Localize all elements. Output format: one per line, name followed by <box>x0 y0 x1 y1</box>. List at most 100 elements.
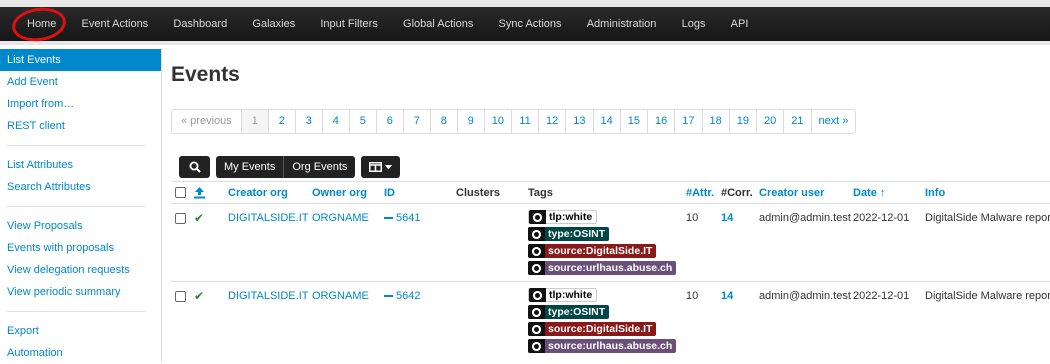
globe-icon <box>528 227 545 241</box>
pagination-previous[interactable]: « previous <box>172 110 241 133</box>
owner-org-link[interactable]: ORGNAME <box>312 289 369 303</box>
col-attr-count[interactable]: #Attr. <box>686 182 714 204</box>
sidebar-divider <box>7 145 145 146</box>
col-id[interactable]: ID <box>384 182 395 204</box>
sidebar-item-export[interactable]: Export <box>0 320 161 342</box>
tag-label: tlp:white <box>549 289 593 301</box>
pagination-page-17[interactable]: 17 <box>674 110 701 133</box>
sidebar-item-view-proposals[interactable]: View Proposals <box>0 215 161 237</box>
pagination-page-4[interactable]: 4 <box>321 110 349 133</box>
pagination-page-10[interactable]: 10 <box>483 110 511 133</box>
globe-icon <box>528 305 545 319</box>
row-select-checkbox[interactable] <box>175 291 186 302</box>
event-id-link[interactable]: 5641 <box>384 211 420 225</box>
event-id-link[interactable]: 5642 <box>384 289 420 303</box>
tag-badge[interactable]: tlp:white <box>528 210 598 224</box>
nav-item-logs[interactable]: Logs <box>669 7 718 41</box>
pagination-page-20[interactable]: 20 <box>756 110 783 133</box>
attr-count: 10 <box>686 212 699 224</box>
owner-org-link[interactable]: ORGNAME <box>312 211 369 225</box>
col-date[interactable]: Date ↑ <box>853 182 885 204</box>
nav-item-api[interactable]: API <box>718 7 761 41</box>
pagination-page-12[interactable]: 12 <box>538 110 565 133</box>
nav-item-home[interactable]: Home <box>0 7 69 41</box>
tag-badge[interactable]: source:urlhaus.abuse.ch <box>528 339 677 353</box>
pagination-page-7[interactable]: 7 <box>402 110 430 133</box>
sidebar-item-list-events[interactable]: List Events <box>0 49 161 71</box>
select-all-checkbox[interactable] <box>175 187 186 198</box>
row-select-cell <box>175 289 186 302</box>
pagination-page-3[interactable]: 3 <box>294 110 322 133</box>
nav-item-global-actions[interactable]: Global Actions <box>390 7 486 41</box>
table-row: ✔ DIGITALSIDE.IT ORGNAME 5642 tlp:white type:… <box>171 281 1050 359</box>
tags-cell: tlp:white type:OSINT source:DigitalSide.IT… <box>528 210 677 278</box>
tag-label: source:DigitalSide.IT <box>548 323 653 335</box>
event-info: DigitalSide Malware report: <box>925 290 1050 302</box>
columns-icon <box>369 162 383 172</box>
org-events-button[interactable]: Org Events <box>283 156 356 178</box>
nav-item-input-filters[interactable]: Input Filters <box>308 7 391 41</box>
pagination-page-21[interactable]: 21 <box>783 110 810 133</box>
col-owner-org[interactable]: Owner org <box>312 182 367 204</box>
nav-item-event-actions[interactable]: Event Actions <box>69 7 161 41</box>
tag-label: source:urlhaus.abuse.ch <box>548 340 673 352</box>
tag-badge[interactable]: source:DigitalSide.IT <box>528 322 657 336</box>
pagination-page-2[interactable]: 2 <box>267 110 295 133</box>
sidebar-item-add-event[interactable]: Add Event <box>0 71 161 93</box>
search-button[interactable] <box>179 156 210 178</box>
col-creator-org[interactable]: Creator org <box>228 182 288 204</box>
event-date: 2022-12-01 <box>853 290 910 302</box>
pagination-next[interactable]: next » <box>810 110 856 133</box>
sidebar-item-search-attributes[interactable]: Search Attributes <box>0 176 161 198</box>
creator-org-link[interactable]: DIGITALSIDE.IT <box>228 289 308 303</box>
pagination-page-5[interactable]: 5 <box>348 110 376 133</box>
corr-count-link[interactable]: 14 <box>721 211 733 225</box>
tag-badge[interactable]: type:OSINT <box>528 227 610 241</box>
tag-badge[interactable]: source:urlhaus.abuse.ch <box>528 261 677 275</box>
tag-badge[interactable]: type:OSINT <box>528 305 610 319</box>
tag-badge[interactable]: tlp:white <box>528 288 598 302</box>
row-select-checkbox[interactable] <box>175 213 186 224</box>
sidebar-item-view-periodic-summary[interactable]: View periodic summary <box>0 281 161 303</box>
caret-down-icon <box>385 164 393 169</box>
sidebar-item-view-delegation-requests[interactable]: View delegation requests <box>0 259 161 281</box>
pagination-page-11[interactable]: 11 <box>511 110 538 133</box>
globe-icon <box>528 261 545 275</box>
tag-label: source:urlhaus.abuse.ch <box>548 262 673 274</box>
pagination: « previous 1 2 3 4 5 6 7 8 9 10 11 12 13 14 15 16 17 18 19 2… <box>171 109 857 134</box>
columns-dropdown-button[interactable] <box>361 156 401 178</box>
published-check-icon: ✔ <box>194 289 205 303</box>
sidebar-item-automation[interactable]: Automation <box>0 342 161 364</box>
pagination-page-9[interactable]: 9 <box>456 110 484 133</box>
creator-org-link[interactable]: DIGITALSIDE.IT <box>228 211 308 225</box>
nav-item-sync-actions[interactable]: Sync Actions <box>486 7 574 41</box>
col-tags: Tags <box>528 187 553 199</box>
pagination-page-13[interactable]: 13 <box>565 110 592 133</box>
pagination-page-1[interactable]: 1 <box>240 110 268 133</box>
pagination-page-6[interactable]: 6 <box>375 110 403 133</box>
events-table: Creator org Owner org ID Clusters Tags #… <box>171 181 1050 359</box>
col-info[interactable]: Info <box>925 182 945 204</box>
sidebar-item-import-from[interactable]: Import from… <box>0 93 161 115</box>
pagination-page-18[interactable]: 18 <box>701 110 729 133</box>
tag-label: source:DigitalSide.IT <box>548 245 653 257</box>
nav-item-dashboard[interactable]: Dashboard <box>161 7 240 41</box>
pagination-page-19[interactable]: 19 <box>728 110 756 133</box>
my-events-button[interactable]: My Events <box>216 156 284 178</box>
pagination-page-14[interactable]: 14 <box>592 110 620 133</box>
sidebar-item-events-with-proposals[interactable]: Events with proposals <box>0 237 161 259</box>
sidebar-item-list-attributes[interactable]: List Attributes <box>0 154 161 176</box>
upload-icon <box>194 187 205 199</box>
main-content: Events « previous 1 2 3 4 5 6 7 8 9 10 11 12 13 14 15 16… <box>171 49 1050 362</box>
corr-count-link[interactable]: 14 <box>721 289 733 303</box>
nav-item-administration[interactable]: Administration <box>574 7 669 41</box>
sidebar: List Events Add Event Import from… REST cli… <box>0 49 162 362</box>
tag-badge[interactable]: source:DigitalSide.IT <box>528 244 657 258</box>
pagination-page-8[interactable]: 8 <box>429 110 457 133</box>
sidebar-item-rest-client[interactable]: REST client <box>0 115 161 137</box>
pagination-page-16[interactable]: 16 <box>647 110 674 133</box>
globe-icon <box>528 244 545 258</box>
nav-item-galaxies[interactable]: Galaxies <box>240 7 308 41</box>
pagination-page-15[interactable]: 15 <box>619 110 647 133</box>
col-creator-user[interactable]: Creator user <box>759 182 824 204</box>
